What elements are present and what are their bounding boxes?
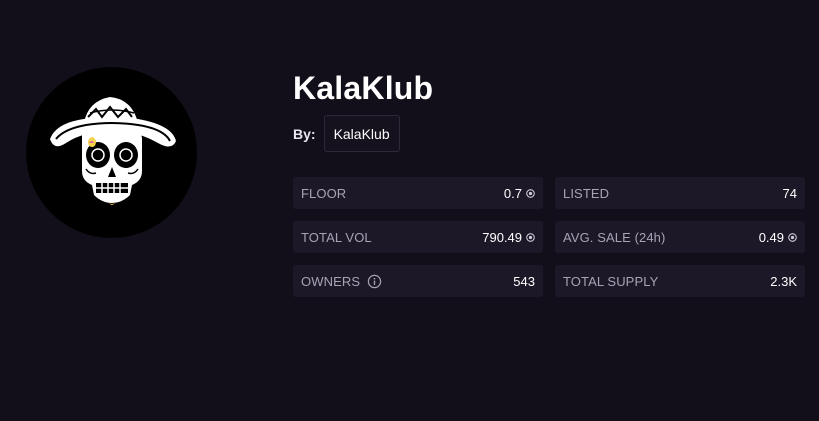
sol-coin-icon [526, 188, 535, 198]
stat-value: 790.49 [482, 229, 522, 245]
creator-button[interactable]: KalaKlub [323, 115, 400, 152]
stat-avg-sale: AVG. SALE (24h) 0.49 [555, 221, 805, 253]
stat-label: TOTAL VOL [301, 229, 372, 245]
sol-coin-icon [526, 232, 535, 242]
stat-total-supply: TOTAL SUPPLY 2.3K [555, 265, 805, 297]
stat-value: 543 [513, 273, 535, 289]
stat-floor: FLOOR 0.7 [293, 177, 543, 209]
stat-value-group: 0.49 [759, 230, 797, 245]
collection-title: KalaKlub [293, 70, 434, 106]
stat-label: AVG. SALE (24h) [563, 229, 666, 245]
stat-value: 2.3K [770, 273, 797, 289]
sugar-skull-sombrero-icon [50, 97, 176, 205]
stat-owners: OWNERS 543 [293, 265, 543, 297]
stat-value-group: 0.7 [504, 186, 535, 201]
stat-label: FLOOR [301, 185, 347, 201]
collection-header: KalaKlub By: KalaKlub FLOOR 0.7 LISTED 7… [0, 0, 819, 421]
stat-listed: LISTED 74 [555, 177, 805, 209]
info-icon[interactable] [367, 274, 382, 289]
stat-total-vol: TOTAL VOL 790.49 [293, 221, 543, 253]
by-label: By: [293, 125, 316, 142]
stat-label: TOTAL SUPPLY [563, 273, 659, 289]
collection-avatar [26, 67, 197, 238]
stats-grid: FLOOR 0.7 LISTED 74 TOTAL VOL 790.49 AVG… [293, 177, 805, 297]
stat-value-group: 790.49 [482, 230, 535, 245]
stat-value: 0.49 [758, 229, 784, 245]
stat-label: OWNERS [301, 273, 361, 289]
creator-row: By: KalaKlub [293, 114, 400, 153]
stat-value: 74 [782, 185, 797, 201]
stat-value: 0.7 [503, 185, 522, 201]
sol-coin-icon [788, 232, 797, 242]
stat-label: LISTED [563, 185, 610, 201]
stat-label-group: OWNERS [301, 274, 382, 289]
